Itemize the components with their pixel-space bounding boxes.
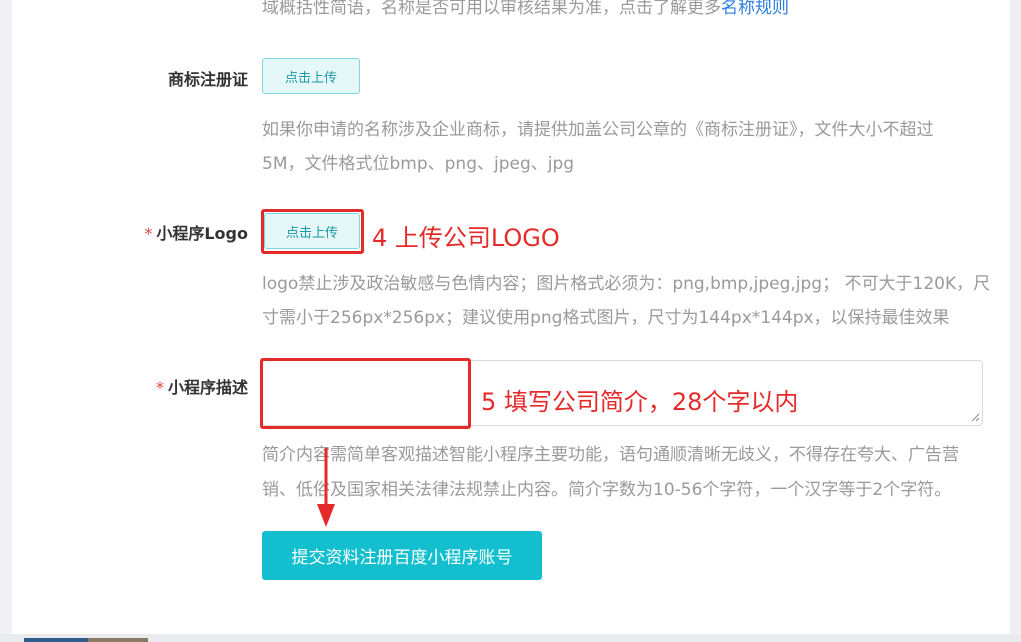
description-highlight-box [260, 358, 471, 429]
trademark-help-line-2: 5M，文件格式位bmp、png、jpeg、jpg [262, 154, 575, 174]
taskbar-segment [24, 638, 88, 642]
description-help-line-1: 简介内容需简单客观描述智能小程序主要功能，语句通顺清晰无歧义，不得存在夸大、广告… [262, 445, 959, 465]
name-rules-link[interactable]: 名称规则 [721, 0, 789, 18]
logo-highlight-box [261, 209, 364, 254]
taskbar-segment [88, 638, 148, 642]
name-hint-text: 域概括性简语，名称是否可用以审核结果为准，点击了解更多名称规则 [262, 0, 789, 18]
resize-grip-icon[interactable] [970, 412, 980, 422]
trademark-upload-button[interactable]: 点击上传 [262, 58, 360, 94]
submit-button[interactable]: 提交资料注册百度小程序账号 [262, 531, 542, 580]
bottom-strip [0, 634, 1021, 642]
logo-help-line-2: 寸需小于256px*256px；建议使用png格式图片，尺寸为144px*144… [262, 308, 950, 328]
trademark-help-line-1: 如果你申请的名称涉及企业商标，请提供加盖公司公章的《商标注册证》，文件大小不超过 [262, 120, 934, 140]
logo-label-text: 小程序Logo [156, 224, 248, 243]
logo-annotation: 4 上传公司LOGO [372, 224, 560, 252]
logo-label: * 小程序Logo [120, 220, 248, 244]
logo-help-line-1: logo禁止涉及政治敏感与色情内容；图片格式必须为：png,bmp,jpeg,j… [262, 274, 991, 294]
name-hint-body: 域概括性简语，名称是否可用以审核结果为准，点击了解更多 [262, 0, 721, 18]
trademark-label: 商标注册证 [140, 66, 248, 90]
required-mark: * [155, 378, 164, 397]
description-annotation: 5 填写公司简介，28个字以内 [481, 388, 799, 416]
description-label: * 小程序描述 [120, 374, 248, 398]
arrow-down-icon [317, 448, 335, 527]
description-help-line-2: 销、低俗及国家相关法律法规禁止内容。简介字数为10-56个字符，一个汉字等于2个… [262, 480, 952, 500]
trademark-label-text: 商标注册证 [167, 70, 248, 89]
required-mark: * [144, 224, 153, 243]
description-label-text: 小程序描述 [167, 378, 248, 397]
